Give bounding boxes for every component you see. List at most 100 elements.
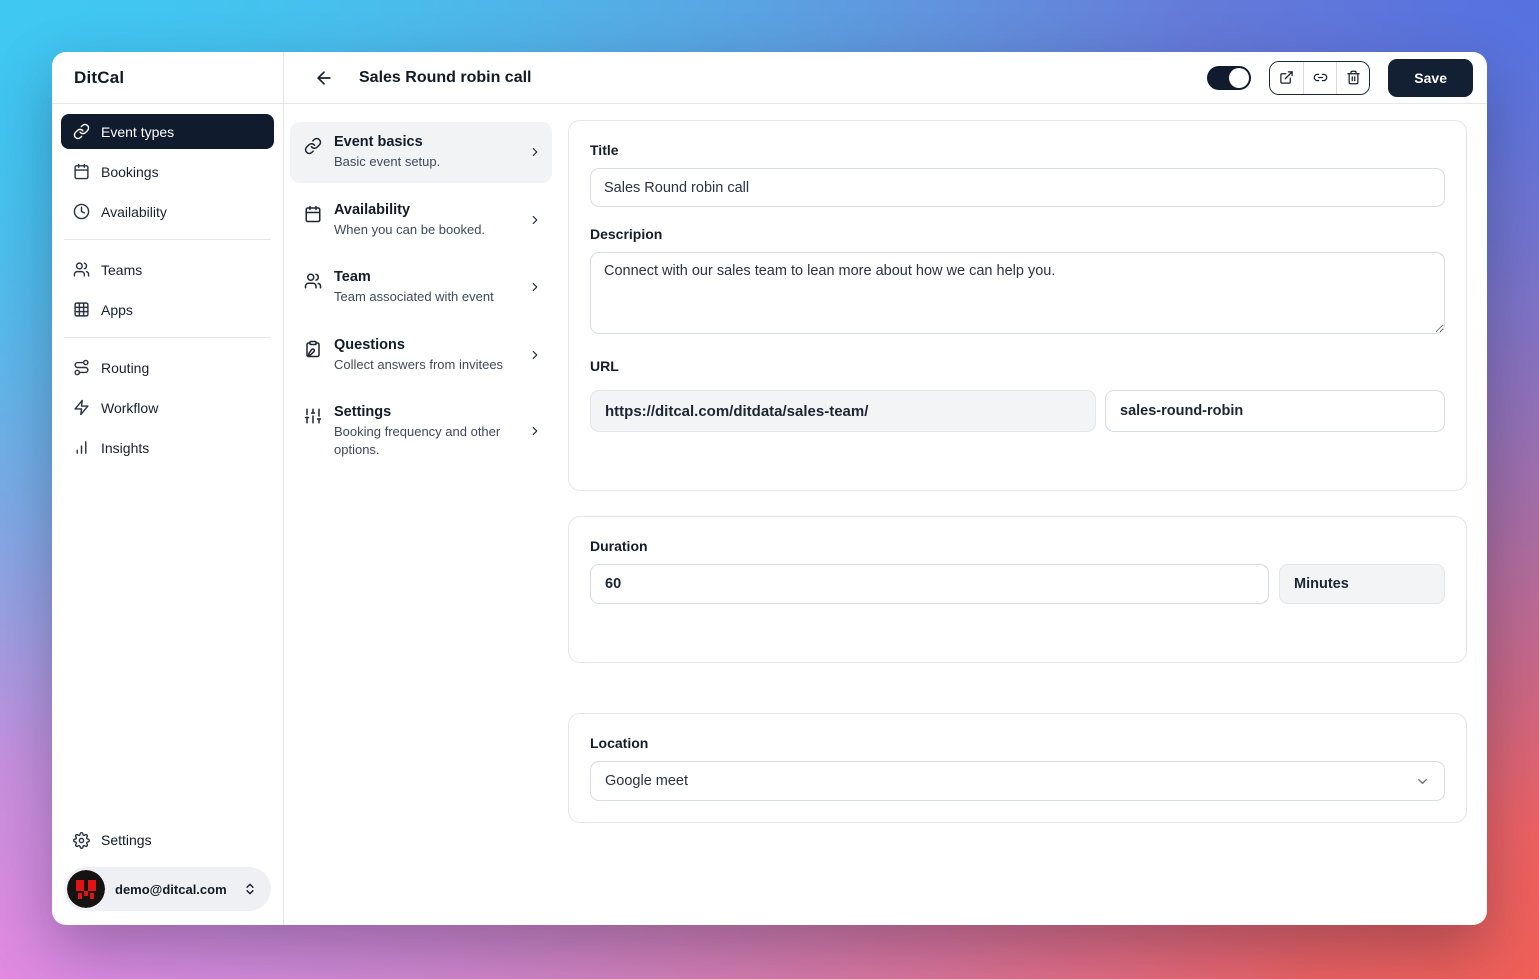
sidebar: DitCal Event types Bookings Availability [52,52,284,925]
toggle-knob [1229,68,1249,88]
duration-row: Minutes [590,564,1445,604]
sidebar-item-label: Availability [101,204,167,220]
description-textarea[interactable]: Connect with our sales team to lean more… [590,252,1445,334]
subnav-item-description: Team associated with event [334,288,516,306]
url-base: https://ditcal.com/ditdata/sales-team/ [590,390,1096,432]
sidebar-item-routing[interactable]: Routing [61,350,274,385]
location-card: Location Google meet [568,713,1467,823]
duration-label: Duration [590,538,1445,554]
sidebar-nav: Event types Bookings Availability Team [52,104,283,813]
subnav-item-questions[interactable]: Questions Collect answers from invitees [290,325,552,386]
duration-unit: Minutes [1279,564,1445,604]
link-icon [1313,70,1328,85]
url-slug-input[interactable] [1105,390,1445,432]
route-icon [73,359,90,376]
subnav-item-availability[interactable]: Availability When you can be booked. [290,190,552,251]
clock-icon [73,203,90,220]
bar-chart-icon [73,439,90,456]
calendar-icon [304,205,322,223]
subnav-item-settings[interactable]: Settings Booking frequency and other opt… [290,392,552,470]
subnav-item-title: Event basics [334,134,516,150]
chevron-down-icon [1415,774,1430,789]
users-icon [73,261,90,278]
subnav-item-description: Collect answers from invitees [334,356,516,374]
subnav-item-team[interactable]: Team Team associated with event [290,257,552,318]
external-link-icon [1279,70,1294,85]
avatar [67,870,105,908]
clipboard-pen-icon [304,340,322,358]
subnav-item-event-basics[interactable]: Event basics Basic event setup. [290,122,552,183]
sidebar-item-bookings[interactable]: Bookings [61,154,274,189]
delete-button[interactable] [1336,62,1369,94]
save-button[interactable]: Save [1388,59,1473,97]
topbar-actions: Save [1207,59,1473,97]
subnav-item-description: When you can be booked. [334,221,516,239]
subnav-item-title: Settings [334,404,516,420]
sidebar-item-availability[interactable]: Availability [61,194,274,229]
location-label: Location [590,735,1445,751]
subnav-item-title: Availability [334,202,516,218]
subnav-item-title: Team [334,269,516,285]
sidebar-item-label: Routing [101,360,149,376]
duration-input[interactable] [590,564,1269,604]
event-action-group [1269,61,1370,95]
main-panel: Sales Round robin call [284,52,1487,925]
chevron-right-icon [528,145,542,159]
event-enabled-toggle[interactable] [1207,66,1251,90]
chevron-right-icon [528,348,542,362]
preview-button[interactable] [1270,62,1303,94]
sidebar-item-label: Workflow [101,400,158,416]
app-window: DitCal Event types Bookings Availability [52,52,1487,925]
calendar-icon [73,163,90,180]
url-row: https://ditcal.com/ditdata/sales-team/ [590,390,1445,432]
link-icon [304,137,322,155]
sidebar-item-settings[interactable]: Settings [64,823,271,857]
user-account-menu[interactable]: demo@ditcal.com [64,867,271,911]
back-button[interactable] [314,68,334,88]
chevron-right-icon [528,280,542,294]
sidebar-item-label: Insights [101,440,149,456]
event-form: Title Descripion Connect with our sales … [552,120,1467,925]
sidebar-item-label: Event types [101,124,174,140]
sidebar-item-label: Bookings [101,164,159,180]
sidebar-item-label: Apps [101,302,133,318]
description-label: Descripion [590,226,1445,242]
title-input[interactable] [590,168,1445,207]
sidebar-item-apps[interactable]: Apps [61,292,274,327]
chevron-right-icon [528,424,542,438]
location-select[interactable]: Google meet [590,761,1445,801]
page-title: Sales Round robin call [359,69,531,87]
user-email: demo@ditcal.com [115,882,233,897]
title-label: Title [590,142,1445,158]
link-icon [73,123,90,140]
users-icon [304,272,322,290]
sidebar-divider [64,239,271,240]
sliders-icon [304,407,322,425]
sidebar-item-event-types[interactable]: Event types [61,114,274,149]
event-subnav: Event basics Basic event setup. Availabi… [290,120,552,925]
sidebar-bottom: Settings demo@ditcal.com [52,813,283,925]
basics-card: Title Descripion Connect with our sales … [568,120,1467,491]
sidebar-item-label: Teams [101,262,142,278]
subnav-item-description: Basic event setup. [334,153,516,171]
copy-link-button[interactable] [1303,62,1336,94]
sidebar-item-label: Settings [101,832,152,848]
zap-icon [73,399,90,416]
chevron-right-icon [528,213,542,227]
grid-icon [73,301,90,318]
trash-icon [1346,70,1361,85]
sidebar-divider [64,337,271,338]
app-logo: DitCal [52,52,283,104]
duration-card: Duration Minutes [568,516,1467,663]
sidebar-item-workflow[interactable]: Workflow [61,390,274,425]
content-area: Event basics Basic event setup. Availabi… [284,104,1487,925]
location-selected-value: Google meet [605,773,688,789]
subnav-item-description: Booking frequency and other options. [334,423,516,458]
sidebar-item-insights[interactable]: Insights [61,430,274,465]
gear-icon [73,832,90,849]
url-label: URL [590,358,1445,374]
sidebar-item-teams[interactable]: Teams [61,252,274,287]
topbar: Sales Round robin call [284,52,1487,104]
subnav-item-title: Questions [334,337,516,353]
chevrons-up-down-icon [243,882,257,896]
